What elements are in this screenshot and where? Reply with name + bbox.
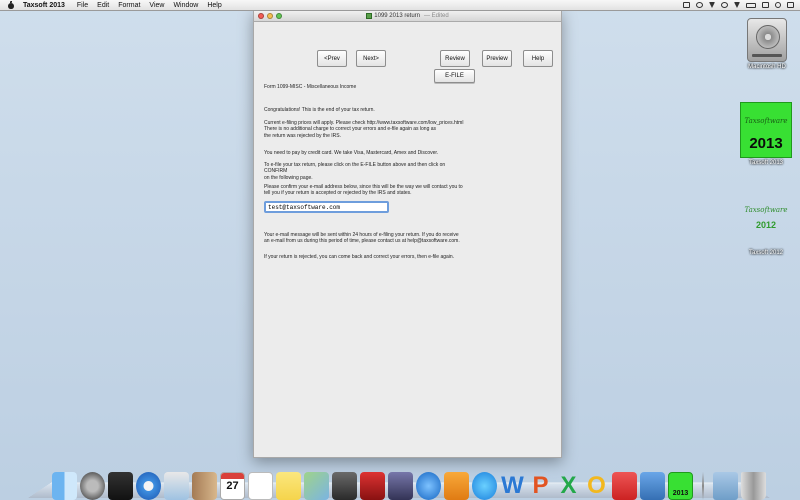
minimize-window-button[interactable] [267, 13, 273, 19]
menu-view[interactable]: View [149, 2, 164, 9]
itunes-icon[interactable] [416, 472, 441, 500]
menu-edit[interactable]: Edit [97, 2, 109, 9]
taxsoft-2012-year: 2012 [755, 220, 777, 230]
email-notice-text: Your e-mail message will be sent within … [264, 232, 469, 245]
taxsoft-2013-year: 2013 [749, 135, 783, 152]
notification-center-icon[interactable] [787, 2, 794, 8]
confirm-email-text: Please confirm your e-mail address below… [264, 184, 469, 197]
window-titlebar[interactable]: 1099 2013 return — Edited [254, 11, 561, 22]
congrats-text: Congratulations! This is the end of your… [264, 107, 375, 113]
efile-button[interactable]: E-FILE [434, 69, 475, 83]
confirm-line-2: tell you if your return is accepted or r… [264, 190, 412, 197]
macintosh-hd-label: Macintosh HD [748, 64, 786, 70]
volume-icon[interactable] [734, 2, 740, 8]
battery-icon[interactable] [746, 2, 756, 8]
menu-window[interactable]: Window [173, 2, 198, 9]
zoom-window-button[interactable] [276, 13, 282, 19]
ibooks-icon[interactable] [444, 472, 469, 500]
photo-booth-icon[interactable] [360, 472, 385, 500]
taxsoft-2013-desktop-icon[interactable]: Taxsoftware 2013 Taxsoft 2013 [735, 102, 797, 166]
apple-menu-icon[interactable] [7, 1, 15, 9]
trash-icon[interactable] [741, 472, 766, 500]
app-store-icon[interactable] [472, 472, 497, 500]
efile-line-2: on the following page. [264, 174, 313, 181]
dock-separator [702, 472, 704, 500]
dock: 27 W P X O 2013 [28, 460, 770, 500]
taxsoft-2013-label: Taxsoft 2013 [748, 160, 784, 166]
preview-button[interactable]: Preview [482, 50, 512, 67]
efile-instructions: To e-file your tax return, please click … [264, 162, 469, 181]
taxsoft-2012-icon: Taxsoftware 2012 [740, 206, 792, 248]
review-button[interactable]: Review [440, 50, 470, 67]
menu-file[interactable]: File [77, 2, 88, 9]
outlook-icon[interactable]: O [584, 472, 609, 500]
app-menu[interactable]: Taxsoft 2013 [23, 2, 65, 9]
taxsoft-2013-icon: Taxsoftware 2013 [740, 102, 792, 158]
powerpoint-icon[interactable]: P [528, 472, 553, 500]
maps-icon[interactable] [304, 472, 329, 500]
prev-button[interactable]: <Prev [317, 50, 347, 67]
airplay-icon[interactable] [683, 2, 690, 8]
launchpad-icon[interactable] [80, 472, 105, 500]
document-proxy-icon[interactable] [366, 13, 373, 19]
bluetooth-icon[interactable] [709, 2, 715, 8]
downloads-folder-icon[interactable] [713, 472, 738, 500]
taxsoft-logo-text: Taxsoftware [744, 206, 788, 214]
timemachine-icon[interactable] [696, 2, 703, 8]
next-button[interactable]: Next> [356, 50, 386, 67]
word-icon[interactable]: W [500, 472, 525, 500]
efile-line-1: To e-file your tax return, please click … [264, 162, 446, 175]
form-title: Form 1099-MISC - Miscellaneous Income [264, 84, 357, 90]
wifi-icon[interactable] [721, 2, 728, 8]
credit-card-text: You need to pay by credit card. We take … [264, 150, 439, 156]
contacts-icon[interactable] [192, 472, 217, 500]
xcode-icon[interactable] [640, 472, 665, 500]
message-line-2: an e-mail from us during this period of … [264, 238, 460, 245]
mail-icon[interactable] [164, 472, 189, 500]
help-button[interactable]: Help [523, 50, 553, 67]
email-field[interactable] [264, 201, 389, 213]
status-area [683, 2, 794, 8]
window-title: 1099 2013 return [374, 13, 420, 19]
menu-bar: Taxsoft 2013 File Edit Format View Windo… [0, 0, 800, 11]
hard-drive-icon [747, 18, 787, 62]
rejected-text: If your return is rejected, you can come… [264, 254, 455, 260]
reminders-icon[interactable] [248, 472, 273, 500]
macintosh-hd-desktop-icon[interactable]: Macintosh HD [737, 18, 797, 70]
excel-icon[interactable]: X [556, 472, 581, 500]
notes-icon[interactable] [276, 472, 301, 500]
calendar-icon[interactable]: 27 [220, 472, 245, 500]
close-window-button[interactable] [258, 13, 264, 19]
menu-help[interactable]: Help [207, 2, 221, 9]
prices-text: Current e-filing prices will apply. Plea… [264, 120, 469, 139]
iphoto-icon[interactable] [388, 472, 413, 500]
facetime-icon[interactable] [332, 472, 357, 500]
edited-indicator: — Edited [424, 13, 449, 19]
taxsoft-logo-text: Taxsoftware [744, 117, 788, 125]
user-icon[interactable] [762, 2, 769, 8]
taxsoft-2012-label: Taxsoft 2012 [748, 250, 784, 256]
prices-line-3: the return was rejected by the IRS. [264, 132, 341, 139]
safari-icon[interactable] [136, 472, 161, 500]
finder-icon[interactable] [52, 472, 77, 500]
spotlight-icon[interactable] [775, 2, 781, 8]
mission-control-icon[interactable] [108, 472, 133, 500]
system-preferences-icon[interactable] [612, 472, 637, 500]
taxsoft-dock-icon[interactable]: 2013 [668, 472, 693, 500]
menu-format[interactable]: Format [118, 2, 140, 9]
taxsoft-2012-desktop-icon[interactable]: Taxsoftware 2012 Taxsoft 2012 [735, 200, 797, 256]
return-window: 1099 2013 return — Edited <Prev Next> Re… [253, 10, 562, 458]
